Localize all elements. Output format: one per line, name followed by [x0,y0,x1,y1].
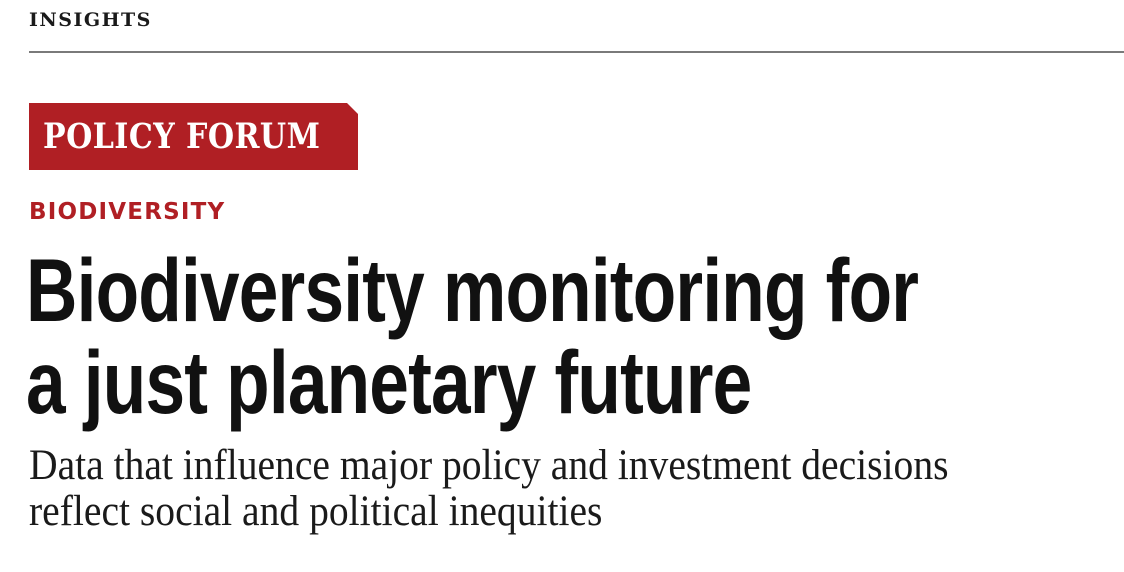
article-title-line-2: a just planetary future [26,332,752,432]
topic-kicker: BIODIVERSITY [29,199,226,225]
header-divider [29,51,1124,53]
article-title-line-1: Biodiversity monitoring for [26,240,919,340]
policy-forum-badge: POLICY FORUM [29,103,358,170]
article-dek: Data that influence major policy and inv… [29,443,949,535]
article-dek-line-2: reflect social and political inequities [29,488,603,535]
policy-forum-badge-label: POLICY FORUM [43,116,321,157]
section-label: INSIGHTS [29,9,152,31]
article-dek-line-1: Data that influence major policy and inv… [29,442,949,489]
article-title: Biodiversity monitoring for a just plane… [26,240,919,432]
